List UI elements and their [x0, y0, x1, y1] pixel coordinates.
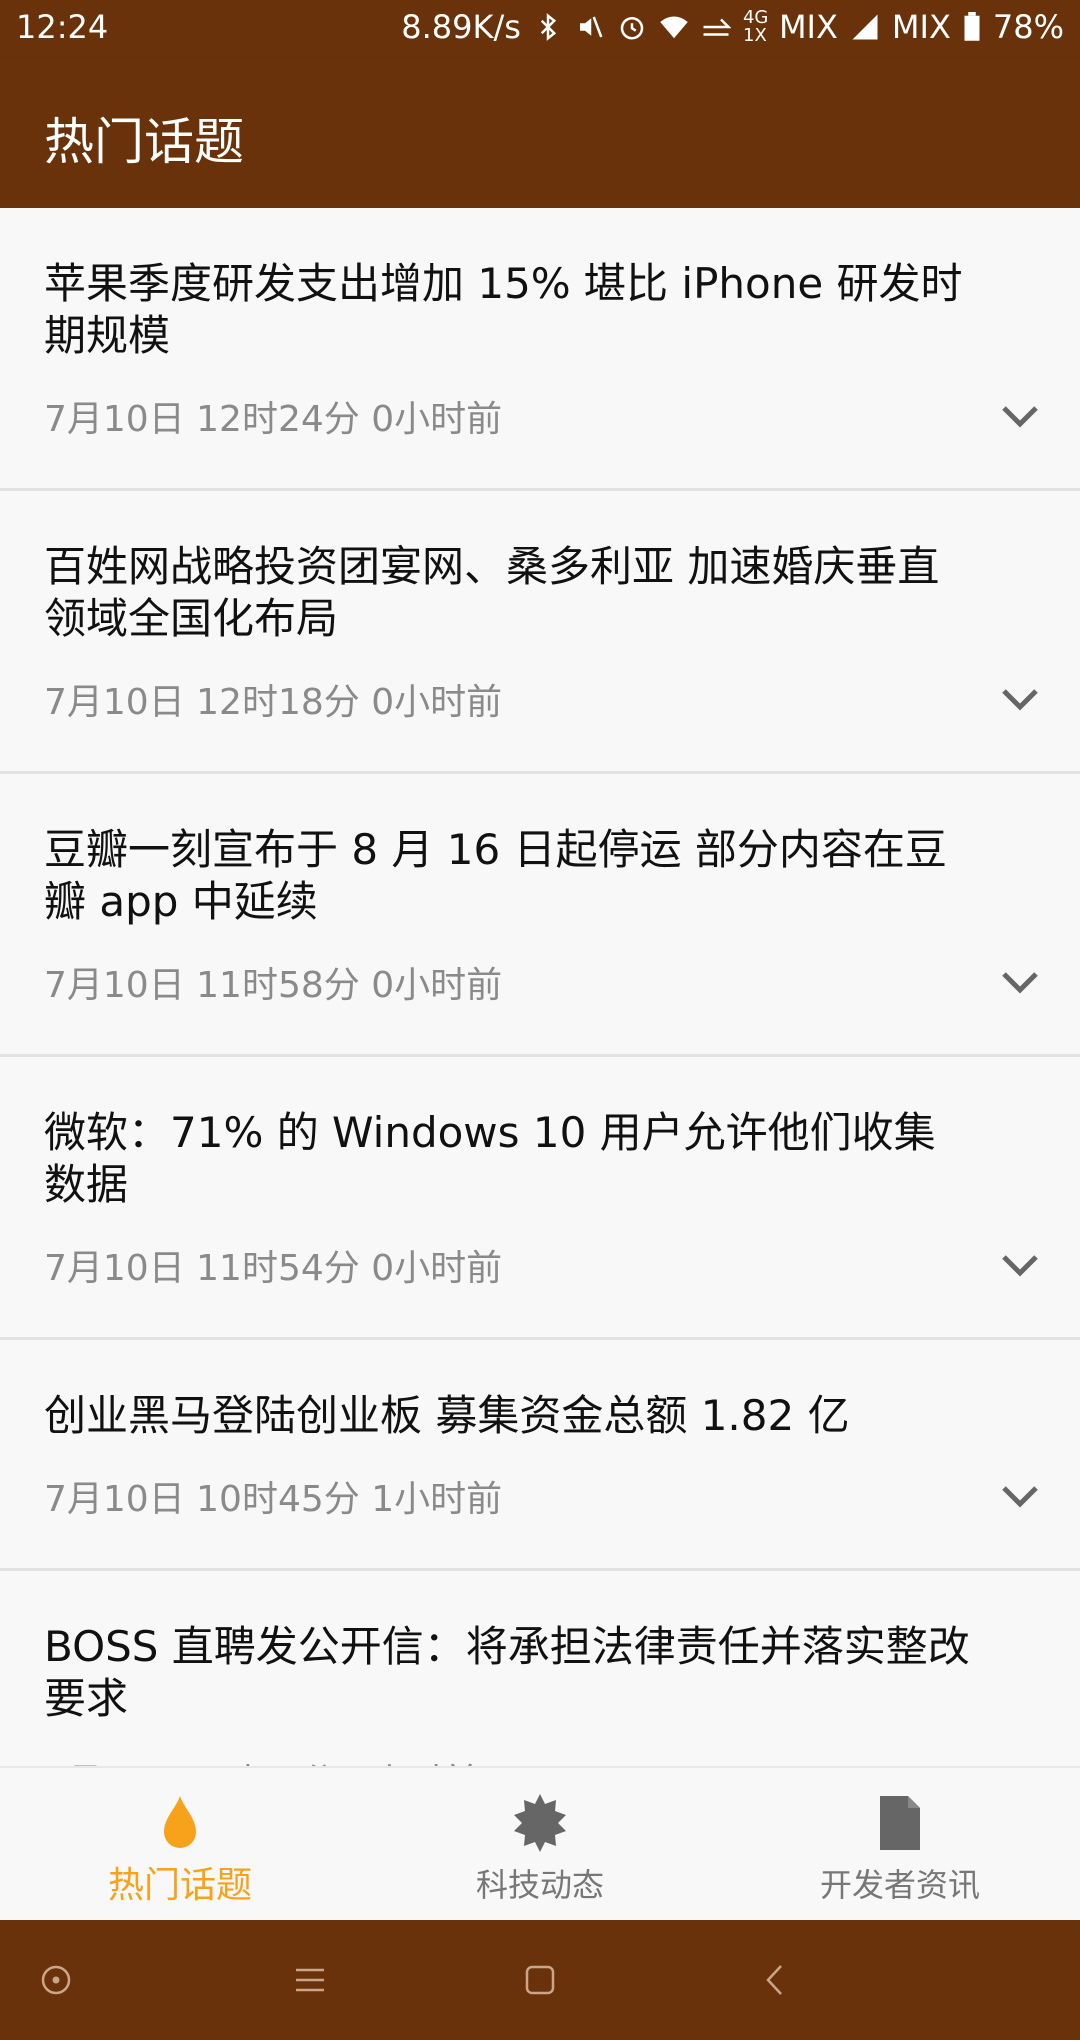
- chevron-down-icon[interactable]: [1000, 970, 1040, 996]
- wifi-icon: [660, 16, 688, 39]
- menu-icon[interactable]: [290, 1960, 330, 2000]
- list-item[interactable]: 豆瓣一刻宣布于 8 月 16 日起停运 部分内容在豆瓣 app 中延续 7月10…: [0, 774, 1080, 1057]
- list-item[interactable]: 百姓网战略投资团宴网、桑多利亚 加速婚庆垂直领域全国化布局 7月10日 12时1…: [0, 491, 1080, 774]
- status-time: 12:24: [16, 8, 109, 46]
- mute-icon: [579, 16, 603, 38]
- network-type: 4G 1X: [742, 7, 769, 46]
- system-navigation-bar: [0, 1920, 1080, 2040]
- tab-label: 科技动态: [475, 1866, 604, 1904]
- back-icon[interactable]: [756, 1960, 796, 2000]
- data-transfer-icon: [703, 18, 731, 36]
- document-icon: [880, 1796, 920, 1850]
- news-time: 7月10日 12时18分 0小时前: [44, 682, 503, 723]
- chevron-down-icon[interactable]: [1000, 1484, 1040, 1510]
- news-title: BOSS 直聘发公开信：将承担法律责任并落实整改要求: [44, 1622, 970, 1723]
- chevron-down-icon[interactable]: [1000, 1253, 1040, 1279]
- chevron-down-icon[interactable]: [1000, 404, 1040, 430]
- news-title: 创业黑马登陆创业板 募集资金总额 1.82 亿: [44, 1391, 850, 1440]
- news-title: 苹果季度研发支出增加 15% 堪比 iPhone 研发时期规模: [44, 259, 963, 360]
- chevron-down-icon[interactable]: [1000, 687, 1040, 713]
- carrier-1: MIX: [778, 8, 838, 46]
- home-icon[interactable]: [520, 1960, 560, 2000]
- flame-icon: [164, 1796, 196, 1848]
- tab-hot-topics[interactable]: 热门话题: [0, 1768, 360, 1922]
- tab-label: 热门话题: [107, 1865, 252, 1906]
- battery-level: 78%: [992, 8, 1064, 46]
- page-title: 热门话题: [44, 113, 244, 171]
- news-time: 7月10日 11时54分 0小时前: [44, 1248, 503, 1289]
- news-title: 豆瓣一刻宣布于 8 月 16 日起停运 部分内容在豆瓣 app 中延续: [44, 825, 947, 926]
- signal-icon: [852, 14, 878, 40]
- gear-badge-icon: [514, 1794, 566, 1852]
- news-title: 百姓网战略投资团宴网、桑多利亚 加速婚庆垂直领域全国化布局: [44, 542, 940, 643]
- bluetooth-icon: [540, 13, 557, 41]
- tab-label: 开发者资讯: [819, 1866, 980, 1904]
- network-speed: 8.89K/s: [401, 8, 521, 46]
- news-time: 7月10日 11时58分 0小时前: [44, 965, 503, 1006]
- bottom-navigation: 热门话题 科技动态 开发者资讯: [0, 1766, 1080, 1922]
- list-item[interactable]: 创业黑马登陆创业板 募集资金总额 1.82 亿 7月10日 10时45分 1小时…: [0, 1340, 1080, 1571]
- battery-icon: [964, 12, 980, 41]
- tab-tech-news[interactable]: 科技动态: [360, 1768, 720, 1922]
- status-bar: 12:24 8.89K/s 4G 1X MIX MIX 78%: [0, 0, 1080, 58]
- news-time: 7月10日 9时56分 2小时前: [44, 1753, 1036, 1766]
- app-bar: 热门话题: [0, 58, 1080, 208]
- news-list[interactable]: 苹果季度研发支出增加 15% 堪比 iPhone 研发时期规模 7月10日 12…: [0, 208, 1080, 1766]
- list-item[interactable]: 苹果季度研发支出增加 15% 堪比 iPhone 研发时期规模 7月10日 12…: [0, 208, 1080, 491]
- news-time: 7月10日 12时24分 0小时前: [44, 399, 503, 440]
- news-title: 微软：71% 的 Windows 10 用户允许他们收集数据: [44, 1108, 936, 1209]
- tab-developer-news[interactable]: 开发者资讯: [720, 1768, 1080, 1922]
- news-time: 7月10日 10时45分 1小时前: [44, 1479, 503, 1520]
- list-item[interactable]: BOSS 直聘发公开信：将承担法律责任并落实整改要求 7月10日 9时56分 2…: [0, 1571, 1080, 1766]
- carrier-2: MIX: [891, 8, 951, 46]
- assistant-icon[interactable]: [36, 1960, 76, 2000]
- alarm-icon: [620, 17, 644, 40]
- list-item[interactable]: 微软：71% 的 Windows 10 用户允许他们收集数据 7月10日 11时…: [0, 1057, 1080, 1340]
